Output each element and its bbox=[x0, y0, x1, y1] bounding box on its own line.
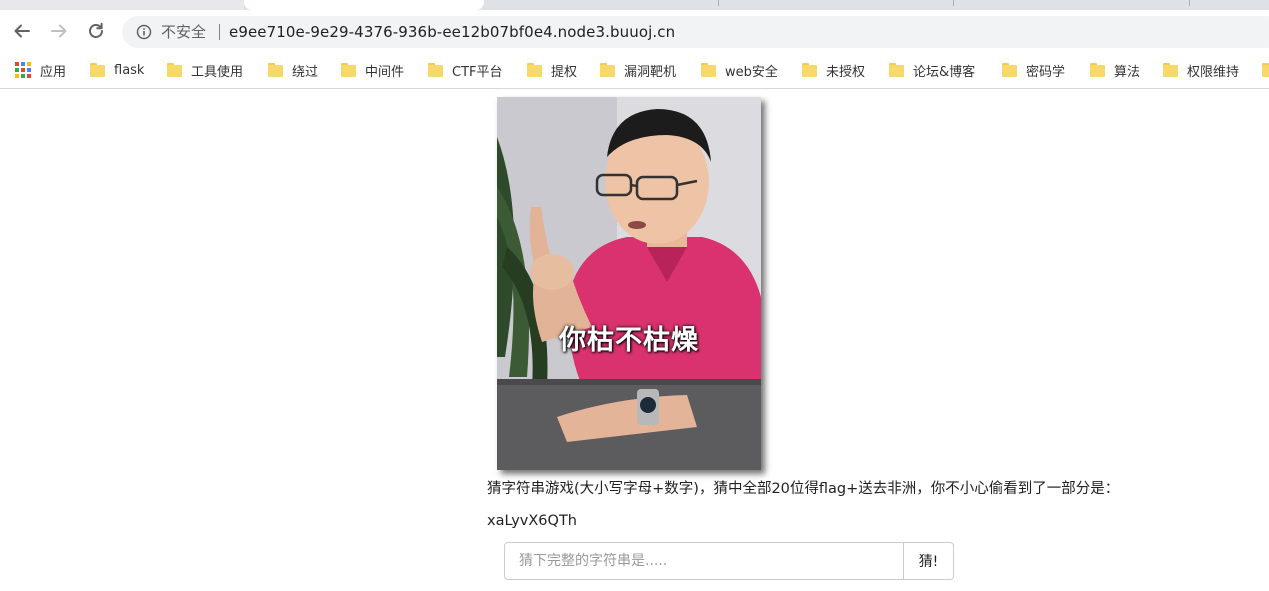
bookmark-folder[interactable]: flask bbox=[90, 59, 144, 81]
browser-toolbar: 不安全 e9ee710e-9e29-4376-936b-ee12b07bf0e4… bbox=[0, 10, 1269, 52]
reload-icon bbox=[89, 22, 103, 38]
bookmark-label: flask bbox=[114, 62, 145, 78]
meme-image: 你枯不枯燥 bbox=[497, 97, 761, 470]
bookmark-folder[interactable]: CTF平台 bbox=[428, 59, 503, 81]
bookmark-apps[interactable]: 应用 bbox=[15, 59, 66, 81]
bookmark-label: 工具使用 bbox=[191, 64, 244, 80]
folder-icon bbox=[90, 63, 105, 77]
meme-illustration bbox=[497, 97, 761, 470]
folder-icon bbox=[1090, 63, 1105, 77]
folder-icon bbox=[802, 63, 817, 77]
bookmark-folder[interactable]: 中间件 bbox=[341, 59, 404, 81]
bookmark-label: CTF平台 bbox=[452, 64, 503, 80]
inactive-tab[interactable] bbox=[0, 0, 244, 10]
tab-separator bbox=[718, 0, 719, 6]
tab-strip bbox=[0, 0, 1269, 10]
bookmark-label: web安全 bbox=[725, 64, 778, 80]
bookmark-folder[interactable]: 提权 bbox=[527, 59, 577, 81]
bookmark-folder[interactable]: 绕过 bbox=[268, 59, 318, 81]
bookmark-folder[interactable]: 未授权 bbox=[802, 59, 865, 81]
bookmark-label: 权限维持 bbox=[1187, 64, 1240, 80]
bookmark-label: 应用 bbox=[40, 64, 67, 80]
bookmark-folder[interactable]: 算法 bbox=[1090, 59, 1140, 81]
security-label[interactable]: 不安全 bbox=[161, 21, 206, 43]
forward-arrow-icon bbox=[51, 24, 67, 38]
bookmark-folder[interactable]: 密码学 bbox=[1002, 59, 1065, 81]
bookmark-folder[interactable]: web安全 bbox=[701, 59, 778, 81]
bookmark-label: 密码学 bbox=[1026, 64, 1066, 80]
active-tab[interactable] bbox=[244, 0, 484, 10]
folder-icon bbox=[701, 63, 716, 77]
tab-separator bbox=[1189, 0, 1190, 6]
bookmarks-bar: 应用 flask 工具使用 绕过 中间件 CTF平台 提权 漏洞靶机 web安全… bbox=[0, 52, 1269, 89]
folder-icon bbox=[600, 63, 615, 77]
bookmark-label: 算法 bbox=[1114, 64, 1141, 80]
folder-icon bbox=[889, 63, 904, 77]
partial-string: xaLyvX6QTh bbox=[487, 513, 577, 529]
guess-input[interactable] bbox=[504, 542, 904, 580]
bookmark-label: 漏洞靶机 bbox=[624, 64, 677, 80]
address-bar[interactable]: 不安全 e9ee710e-9e29-4376-936b-ee12b07bf0e4… bbox=[122, 16, 1269, 48]
info-icon[interactable] bbox=[136, 24, 152, 40]
bookmark-folder[interactable]: 论坛&博客 bbox=[889, 59, 975, 81]
bookmark-label: 提权 bbox=[551, 64, 578, 80]
back-arrow-icon bbox=[14, 24, 30, 38]
apps-grid-icon bbox=[15, 62, 31, 78]
forward-button[interactable] bbox=[47, 19, 71, 43]
bookmark-label: 绕过 bbox=[292, 64, 319, 80]
bookmark-label: 未授权 bbox=[826, 64, 866, 80]
tab-separator bbox=[953, 0, 954, 6]
folder-icon bbox=[527, 63, 542, 77]
url-text[interactable]: e9ee710e-9e29-4376-936b-ee12b07bf0e4.nod… bbox=[229, 21, 675, 43]
back-button[interactable] bbox=[10, 19, 34, 43]
guess-button[interactable]: 猜! bbox=[904, 542, 954, 580]
bookmark-folder[interactable]: 权限维持 bbox=[1163, 59, 1239, 81]
bookmark-folder[interactable]: 工具使用 bbox=[167, 59, 243, 81]
folder-icon bbox=[1002, 63, 1017, 77]
reload-button[interactable] bbox=[84, 19, 108, 43]
folder-icon bbox=[167, 63, 182, 77]
folder-icon bbox=[268, 63, 283, 77]
folder-icon bbox=[428, 63, 443, 77]
bookmark-folder-overflow[interactable] bbox=[1262, 59, 1269, 81]
game-prompt: 猜字符串游戏(大小写字母+数字)，猜中全部20位得flag+送去非洲，你不小心偷… bbox=[487, 481, 1120, 497]
meme-caption: 你枯不枯燥 bbox=[559, 325, 699, 356]
folder-icon bbox=[1262, 63, 1269, 77]
bookmark-label: 论坛&博客 bbox=[913, 64, 976, 80]
guess-form: 猜! bbox=[504, 542, 954, 580]
bookmark-label: 中间件 bbox=[365, 64, 405, 80]
bookmark-folder[interactable]: 漏洞靶机 bbox=[600, 59, 676, 81]
folder-icon bbox=[341, 63, 356, 77]
omnibox-divider bbox=[219, 24, 220, 40]
folder-icon bbox=[1163, 63, 1178, 77]
